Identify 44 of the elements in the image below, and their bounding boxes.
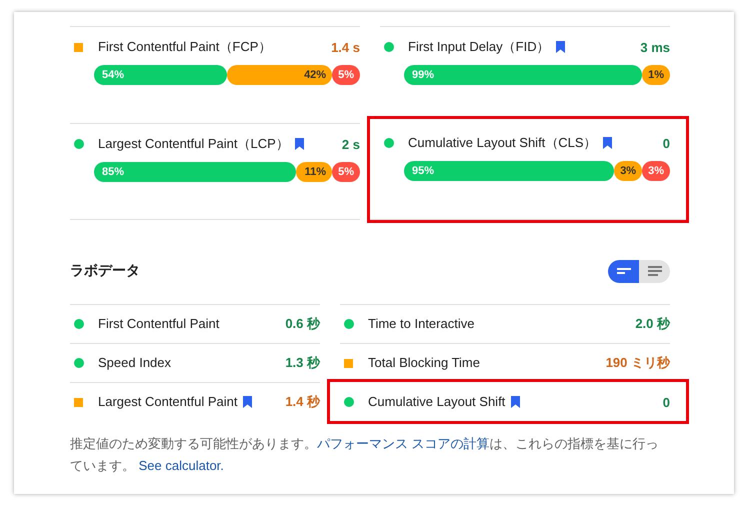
metric-value: 1.4 s bbox=[331, 40, 360, 54]
metric-name: Time to Interactive bbox=[368, 315, 476, 333]
bookmark-icon[interactable] bbox=[243, 396, 252, 408]
lines-icon bbox=[616, 266, 630, 276]
metric-name: Largest Contentful Paint（LCP） bbox=[98, 134, 342, 154]
metric-value: 190 ミリ秒 bbox=[606, 354, 670, 372]
bookmark-icon[interactable] bbox=[511, 396, 520, 408]
distribution-segment: 11% bbox=[296, 162, 332, 182]
distribution-segment: 54% bbox=[94, 65, 228, 85]
text-link[interactable]: パフォーマンス スコアの計算 bbox=[317, 436, 490, 451]
bookmark-icon[interactable] bbox=[602, 137, 612, 149]
bookmark-icon[interactable] bbox=[294, 138, 304, 150]
metric-value: 0.6 秒 bbox=[285, 315, 320, 333]
metric-name: Largest Contentful Paint bbox=[98, 392, 286, 412]
metric-value: 0 bbox=[662, 136, 670, 150]
metric-name: First Contentful Paint（FCP） bbox=[98, 38, 272, 56]
distribution-segment: 95% bbox=[404, 161, 614, 181]
metric-value: 2 s bbox=[342, 136, 360, 152]
metric-name: Total Blocking Time bbox=[368, 354, 481, 372]
bookmark-icon[interactable] bbox=[556, 41, 565, 53]
distribution-segment: 1% bbox=[642, 65, 670, 85]
distribution-segment: 42% bbox=[227, 65, 332, 85]
section-title: ラボデータ bbox=[70, 262, 140, 280]
metric-name: Cumulative Layout Shift bbox=[368, 392, 663, 412]
text-link[interactable]: See calculator. bbox=[138, 458, 224, 473]
distribution-segment: 3% bbox=[642, 161, 670, 181]
list-view-button[interactable] bbox=[639, 260, 670, 282]
distribution-segment: 3% bbox=[614, 161, 642, 181]
metric-value: 1.4 秒 bbox=[285, 393, 320, 411]
metric-name: First Input Delay（FID） bbox=[408, 37, 640, 57]
distribution-segment: 5% bbox=[332, 65, 360, 85]
distribution-segment: 5% bbox=[332, 162, 360, 182]
summary-view-button[interactable] bbox=[608, 260, 639, 282]
metric-name: Cumulative Layout Shift（CLS） bbox=[408, 133, 663, 153]
note-text: 推定値のため変動する可能性があります。パフォーマンス スコアの計算は、これらの指標を基に行っています。 See calculator. bbox=[70, 435, 660, 475]
distribution-segment: 85% bbox=[94, 162, 296, 182]
metric-name: First Contentful Paint bbox=[98, 315, 220, 333]
distribution-segment: 99% bbox=[404, 65, 642, 85]
metric-value: 2.0 秒 bbox=[635, 315, 670, 333]
metric-value: 0 bbox=[662, 394, 670, 410]
metric-value: 3 ms bbox=[640, 40, 670, 54]
lines-icon bbox=[648, 266, 662, 276]
metric-value: 1.3 秒 bbox=[285, 354, 320, 372]
metric-name: Speed Index bbox=[98, 354, 172, 372]
